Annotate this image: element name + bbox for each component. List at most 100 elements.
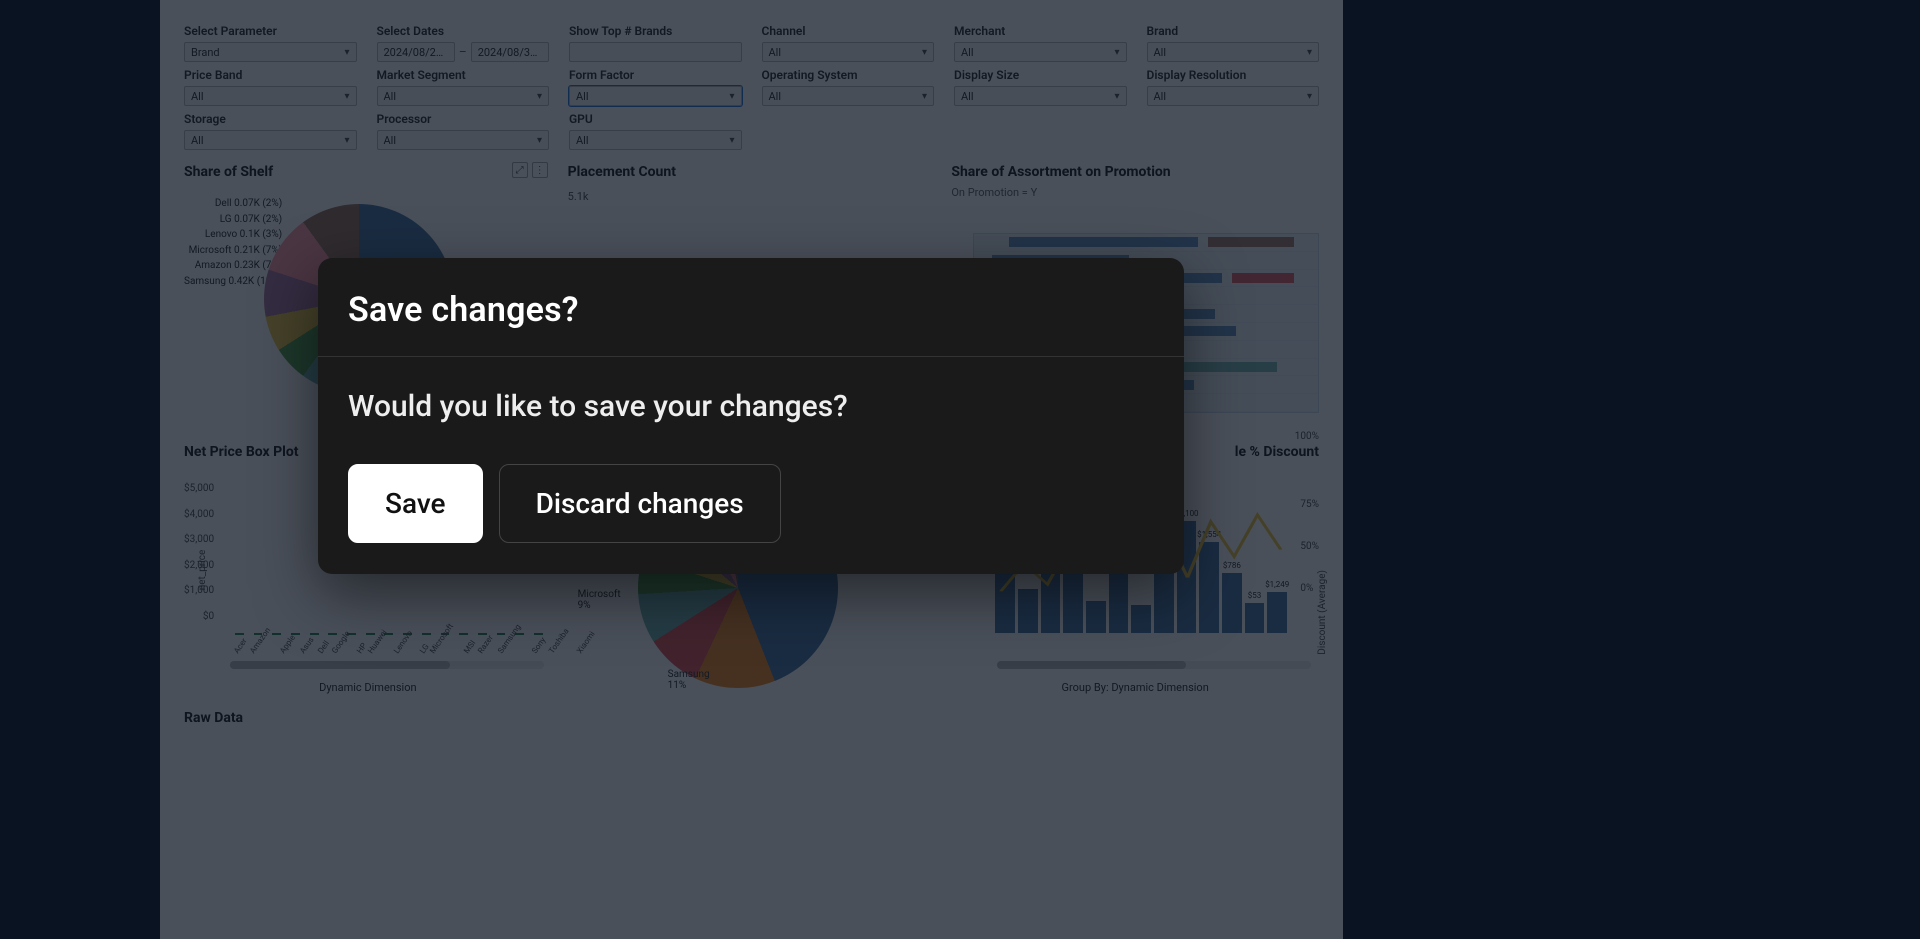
- save-button[interactable]: Save: [348, 464, 483, 543]
- chevron-down-icon: ▾: [537, 135, 542, 146]
- filter-label: Channel: [762, 24, 935, 38]
- chart-title: Share of Assortment on Promotion: [951, 164, 1319, 180]
- x-tick: Sony: [530, 636, 547, 656]
- filter-select-parameter: Select Parameter Brand▾: [184, 24, 357, 62]
- chevron-down-icon: ▾: [344, 135, 349, 146]
- x-tick: Asus: [298, 635, 316, 655]
- pie-label-samsung: Samsung11%: [668, 669, 710, 691]
- pct-right: 100%: [1295, 431, 1319, 442]
- filter-display-size: Display Size All▾: [954, 68, 1127, 106]
- chart-footer: Group By: Dynamic Dimension: [951, 681, 1319, 694]
- x-axis-categories: AcerAmazonAppleAsusDellGoogleHPHuaweiLen…: [232, 650, 546, 659]
- placement-top-value: 5.1k: [568, 190, 936, 203]
- y-tick: 50%: [1300, 526, 1319, 568]
- filter-select[interactable]: All▾: [762, 86, 935, 106]
- y-tick: 75%: [1300, 484, 1319, 526]
- legend-entry: Dell 0.07K (2%): [184, 196, 282, 212]
- x-tick: Razer: [476, 634, 495, 656]
- filter-label: Brand: [1147, 24, 1320, 38]
- pie-label-microsoft: Microsoft9%: [578, 589, 621, 611]
- chart-title: Share of Shelf: [184, 164, 552, 180]
- filter-select[interactable]: All▾: [377, 86, 550, 106]
- y-tick: $4,000: [184, 502, 214, 528]
- x-scrollbar[interactable]: [997, 661, 1311, 669]
- filter-select[interactable]: All▾: [954, 42, 1127, 62]
- chart-title: Placement Count: [568, 164, 936, 180]
- x-tick: Apple: [278, 633, 297, 655]
- filter-label: Merchant: [954, 24, 1127, 38]
- date-to[interactable]: 2024/08/3…: [471, 42, 549, 62]
- kebab-icon[interactable]: ⋮: [532, 162, 548, 178]
- legend-entry: Microsoft 0.21K (7%): [184, 243, 282, 259]
- chevron-down-icon: ▾: [1114, 91, 1119, 102]
- filter-processor: Processor All▾: [377, 112, 550, 150]
- y-axis-label: net_price: [197, 549, 208, 590]
- filter-select[interactable]: All▾: [1147, 42, 1320, 62]
- filter-select[interactable]: All▾: [569, 86, 742, 106]
- x-scrollbar[interactable]: [230, 661, 544, 669]
- legend-entry: Lenovo 0.1K (3%): [184, 227, 282, 243]
- filter-show-top-brands: Show Top # Brands: [569, 24, 742, 62]
- modal-title: Save changes?: [348, 290, 1154, 330]
- modal-message: Would you like to save your changes?: [348, 389, 1154, 424]
- filters-row-3: Storage All▾ Processor All▾ GPU All▾: [160, 112, 1343, 156]
- filter-label: Select Parameter: [184, 24, 357, 38]
- filter-label: Form Factor: [569, 68, 742, 82]
- legend-entry: LG 0.07K (2%): [184, 212, 282, 228]
- chevron-down-icon: ▾: [729, 91, 734, 102]
- filter-label: Select Dates: [377, 24, 550, 38]
- y-tick: $0: [184, 604, 214, 630]
- filter-label: Show Top # Brands: [569, 24, 742, 38]
- filter-gpu: GPU All▾: [569, 112, 742, 150]
- filter-label: Storage: [184, 112, 357, 126]
- dash-separator: –: [459, 45, 467, 59]
- filter-select[interactable]: All▾: [1147, 86, 1320, 106]
- chevron-down-icon: ▾: [922, 47, 927, 58]
- filter-price-band: Price Band All▾: [184, 68, 357, 106]
- filter-select[interactable]: All▾: [954, 86, 1127, 106]
- filter-label: Price Band: [184, 68, 357, 82]
- filter-select[interactable]: All▾: [184, 130, 357, 150]
- filter-select[interactable]: All▾: [184, 86, 357, 106]
- date-range: 2024/08/2…–2024/08/3…: [377, 42, 550, 62]
- filter-select[interactable]: All▾: [762, 42, 935, 62]
- y-axis-right-label: Discount (Average): [1317, 570, 1328, 655]
- filter-label: GPU: [569, 112, 742, 126]
- filter-label: Processor: [377, 112, 550, 126]
- modal-body: Would you like to save your changes?: [318, 357, 1184, 424]
- filter-label: Operating System: [762, 68, 935, 82]
- filter-input[interactable]: [569, 42, 742, 62]
- filter-select[interactable]: All▾: [569, 130, 742, 150]
- filter-select[interactable]: Brand▾: [184, 42, 357, 62]
- save-changes-modal: Save changes? Would you like to save you…: [318, 258, 1184, 574]
- card-controls: ⤢ ⋮: [512, 162, 548, 178]
- chevron-down-icon: ▾: [922, 91, 927, 102]
- x-tick: Dell: [316, 639, 331, 655]
- chevron-down-icon: ▾: [537, 91, 542, 102]
- x-tick: Acer: [232, 637, 249, 656]
- y-axis-right: 75%50%0%: [1300, 484, 1319, 610]
- filter-channel: Channel All▾: [762, 24, 935, 62]
- chart-subtitle: On Promotion = Y: [951, 186, 1319, 199]
- modal-header: Save changes?: [318, 258, 1184, 357]
- filter-brand: Brand All▾: [1147, 24, 1320, 62]
- date-from[interactable]: 2024/08/2…: [377, 42, 455, 62]
- expand-icon[interactable]: ⤢: [512, 162, 528, 178]
- chevron-down-icon: ▾: [1307, 91, 1312, 102]
- filter-display-resolution: Display Resolution All▾: [1147, 68, 1320, 106]
- filter-form-factor: Form Factor All▾: [569, 68, 742, 106]
- filter-select[interactable]: All▾: [377, 130, 550, 150]
- x-tick: MSI: [462, 639, 477, 656]
- filters-row-1: Select ParameterBrand▾Select Dates2024/0…: [160, 0, 1343, 68]
- filter-merchant: Merchant All▾: [954, 24, 1127, 62]
- filter-select-dates: Select Dates 2024/08/2…–2024/08/3…: [377, 24, 550, 62]
- chevron-down-icon: ▾: [344, 91, 349, 102]
- chevron-down-icon: ▾: [344, 47, 349, 58]
- filter-label: Display Size: [954, 68, 1127, 82]
- chart-footer: Dynamic Dimension: [184, 681, 552, 694]
- y-tick: 0%: [1300, 568, 1319, 610]
- filter-operating-system: Operating System All▾: [762, 68, 935, 106]
- discard-changes-button[interactable]: Discard changes: [499, 464, 781, 543]
- raw-data-heading: Raw Data: [160, 694, 1343, 726]
- filter-label: Display Resolution: [1147, 68, 1320, 82]
